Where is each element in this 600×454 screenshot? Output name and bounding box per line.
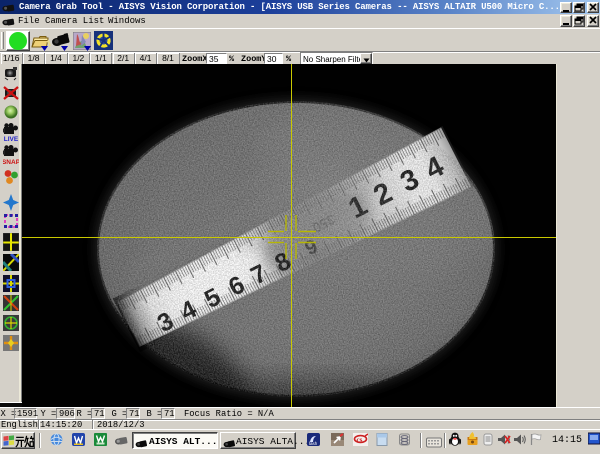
svg-text:lash: lash [309,441,318,446]
svg-text:SNAP: SNAP [3,159,19,165]
svg-text:LIVE: LIVE [4,136,19,142]
svg-text:cs: cs [357,436,363,444]
